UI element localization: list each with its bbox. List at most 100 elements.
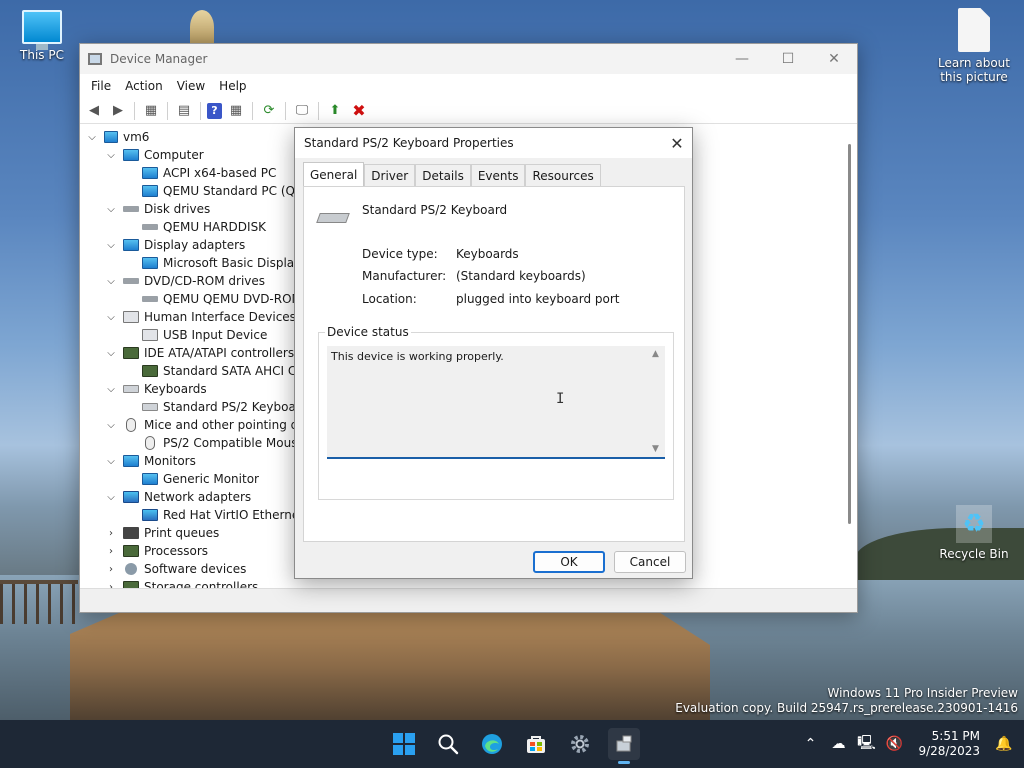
- tree-category[interactable]: › Storage controllers: [105, 578, 258, 588]
- tree-category[interactable]: ⌵ Computer: [105, 146, 203, 164]
- tree-category[interactable]: ⌵ DVD/CD-ROM drives: [105, 272, 265, 290]
- status-scrollbar[interactable]: ▲ ▼: [649, 346, 665, 457]
- disk-drive-icon: [142, 224, 158, 230]
- menu-action[interactable]: Action: [118, 79, 170, 93]
- view-icon[interactable]: ▤: [174, 102, 194, 120]
- tab-details[interactable]: Details: [415, 164, 471, 186]
- tree-label: Generic Monitor: [163, 472, 259, 486]
- chevron-down-icon[interactable]: ⌵: [105, 150, 117, 161]
- menu-help[interactable]: Help: [212, 79, 253, 93]
- uninstall-icon[interactable]: ✖: [349, 101, 369, 120]
- tree-device[interactable]: Microsoft Basic Display A: [142, 254, 313, 272]
- start-button[interactable]: [388, 728, 420, 760]
- dialog-close-button[interactable]: ✕: [662, 128, 692, 158]
- tree-category[interactable]: › Software devices: [105, 560, 246, 578]
- desktop-icon-this-pc[interactable]: This PC: [0, 10, 84, 62]
- tab-resources[interactable]: Resources: [525, 164, 601, 186]
- tree-category[interactable]: › Print queues: [105, 524, 219, 542]
- os-watermark: Windows 11 Pro Insider Preview Evaluatio…: [675, 686, 1018, 716]
- tree-device[interactable]: PS/2 Compatible Mouse: [142, 434, 305, 452]
- tree-category[interactable]: › Processors: [105, 542, 208, 560]
- device-type-field: Device type: Keyboards: [362, 247, 519, 261]
- chevron-down-icon[interactable]: ⌵: [105, 276, 117, 287]
- store-icon: [527, 736, 545, 753]
- notification-bell-icon[interactable]: 🔔: [994, 736, 1014, 752]
- ok-button[interactable]: OK: [533, 551, 605, 573]
- chevron-down-icon[interactable]: ⌵: [105, 456, 117, 467]
- properties-icon[interactable]: ▦: [141, 102, 161, 120]
- clock[interactable]: 5:51 PM 9/28/2023: [918, 729, 980, 759]
- store-button[interactable]: [520, 728, 552, 760]
- help-icon[interactable]: ?: [207, 102, 222, 119]
- chevron-up-icon[interactable]: ⌃: [800, 736, 820, 752]
- device-manager-titlebar[interactable]: Device Manager — ☐ ✕: [80, 44, 857, 74]
- tree-category[interactable]: ⌵ Keyboards: [105, 380, 206, 398]
- settings-button[interactable]: [564, 728, 596, 760]
- tree-category[interactable]: ⌵ Mice and other pointing devi: [105, 416, 316, 434]
- tab-general[interactable]: General: [303, 162, 365, 186]
- minimize-button[interactable]: —: [719, 44, 765, 74]
- tree-device[interactable]: QEMU QEMU DVD-ROM: [142, 290, 302, 308]
- volume-muted-icon[interactable]: 🔇: [884, 736, 904, 752]
- chevron-right-icon[interactable]: ›: [105, 528, 117, 539]
- taskbar-apps: [388, 728, 640, 764]
- monitor-icon[interactable]: 🖵: [292, 102, 312, 120]
- scroll-up-icon[interactable]: ▲: [652, 349, 659, 359]
- tree-device[interactable]: Standard PS/2 Keyboard: [142, 398, 308, 416]
- chevron-down-icon[interactable]: ⌵: [105, 492, 117, 503]
- tree-device[interactable]: QEMU Standard PC (Q35: [142, 182, 310, 200]
- device-status-textbox[interactable]: This device is working properly. I ▲ ▼: [327, 346, 665, 459]
- tree-device[interactable]: ACPI x64-based PC: [142, 164, 276, 182]
- tree-device[interactable]: Generic Monitor: [142, 470, 259, 488]
- tree-device[interactable]: USB Input Device: [142, 326, 267, 344]
- maximize-button[interactable]: ☐: [765, 44, 811, 74]
- back-icon[interactable]: ◀: [84, 102, 104, 120]
- chevron-right-icon[interactable]: ›: [105, 546, 117, 557]
- onedrive-icon[interactable]: ☁: [828, 736, 848, 752]
- tree-category[interactable]: ⌵ Monitors: [105, 452, 196, 470]
- menu-view[interactable]: View: [170, 79, 212, 93]
- tree-device[interactable]: QEMU HARDDISK: [142, 218, 266, 236]
- details-icon[interactable]: ▦: [226, 102, 246, 120]
- scroll-down-icon[interactable]: ▼: [652, 444, 659, 454]
- chevron-down-icon[interactable]: ⌵: [105, 240, 117, 251]
- forward-icon[interactable]: ▶: [108, 102, 128, 120]
- close-button[interactable]: ✕: [811, 44, 857, 74]
- cancel-button[interactable]: Cancel: [614, 551, 686, 573]
- tree-scrollbar[interactable]: [848, 144, 851, 524]
- update-driver-icon[interactable]: ⬆: [325, 102, 345, 120]
- dvd-drive-icon: [123, 278, 139, 284]
- scan-icon[interactable]: ⟳: [259, 102, 279, 120]
- chevron-down-icon[interactable]: ⌵: [105, 204, 117, 215]
- chevron-down-icon[interactable]: ⌵: [86, 132, 98, 143]
- tab-driver[interactable]: Driver: [364, 164, 416, 186]
- tab-events[interactable]: Events: [470, 164, 526, 186]
- tree-category[interactable]: ⌵ Display adapters: [105, 236, 245, 254]
- menu-file[interactable]: File: [84, 79, 118, 93]
- processor-icon: [123, 545, 139, 557]
- tree-category[interactable]: ⌵ Human Interface Devices: [105, 308, 296, 326]
- edge-button[interactable]: [476, 728, 508, 760]
- network-icon[interactable]: 🖳: [856, 732, 876, 756]
- dvd-drive-icon: [142, 296, 158, 302]
- search-button[interactable]: [432, 728, 464, 760]
- desktop-icon-learn-about-picture[interactable]: Learn about this picture: [932, 8, 1016, 84]
- chevron-down-icon[interactable]: ⌵: [105, 348, 117, 359]
- computer-icon: [22, 10, 62, 50]
- tree-category[interactable]: ⌵ IDE ATA/ATAPI controllers: [105, 344, 294, 362]
- chevron-down-icon[interactable]: ⌵: [105, 384, 117, 395]
- device-manager-taskbar-button[interactable]: [608, 728, 640, 764]
- field-key: Device type:: [362, 247, 438, 261]
- chevron-down-icon[interactable]: ⌵: [105, 420, 117, 431]
- desktop-icon-recycle-bin[interactable]: ♻ Recycle Bin: [932, 505, 1016, 561]
- tree-device[interactable]: Standard SATA AHCI Con: [142, 362, 311, 380]
- display-adapter-icon: [142, 257, 158, 269]
- tree-root[interactable]: ⌵ vm6: [86, 128, 149, 146]
- tree-category[interactable]: ⌵ Disk drives: [105, 200, 210, 218]
- chevron-right-icon[interactable]: ›: [105, 564, 117, 575]
- chevron-down-icon[interactable]: ⌵: [105, 312, 117, 323]
- tree-device[interactable]: Red Hat VirtIO Ethernet A: [142, 506, 316, 524]
- dialog-titlebar[interactable]: Standard PS/2 Keyboard Properties ✕: [295, 128, 692, 158]
- taskbar: ⌃ ☁ 🖳 🔇 5:51 PM 9/28/2023 🔔: [0, 720, 1024, 768]
- tree-category[interactable]: ⌵ Network adapters: [105, 488, 251, 506]
